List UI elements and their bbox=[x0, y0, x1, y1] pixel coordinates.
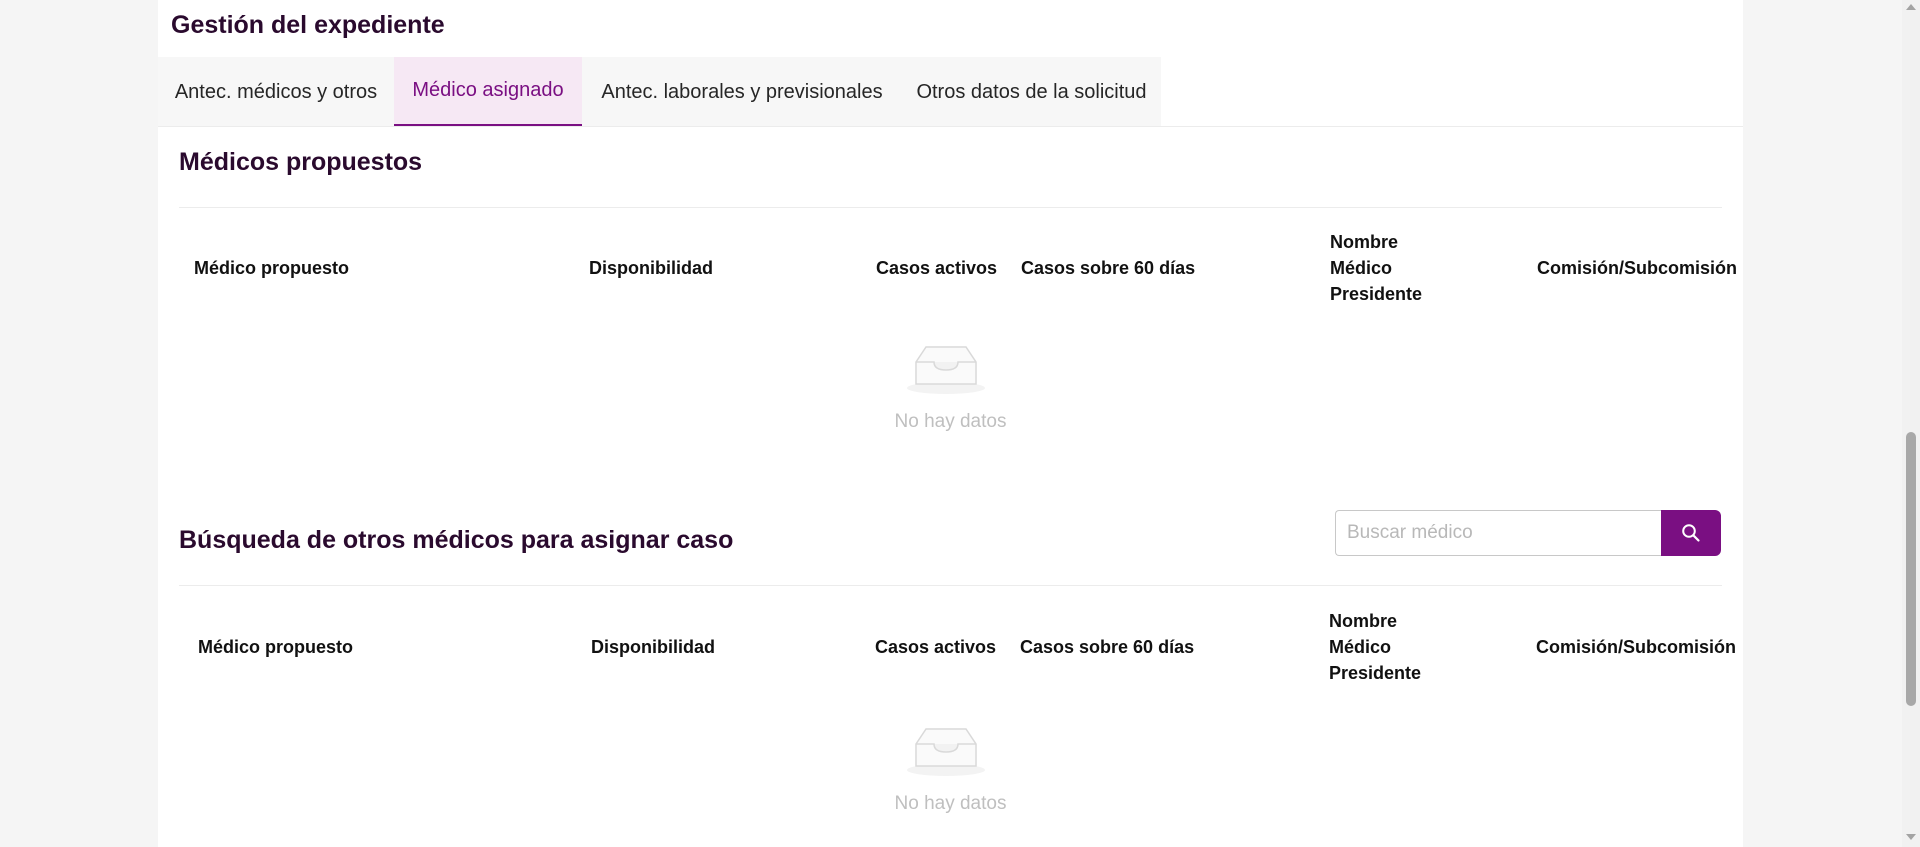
col-nombre-medico-presidente: Nombre Médico Presidente bbox=[1330, 232, 1423, 304]
col-medico-propuesto: Médico propuesto bbox=[194, 258, 350, 278]
search-input[interactable] bbox=[1335, 510, 1661, 556]
proposed-doctors-title: Médicos propuestos bbox=[179, 148, 423, 176]
col-nombre-medico-presidente: Nombre Médico Presidente bbox=[1329, 611, 1422, 683]
tab-antec-laborales[interactable]: Antec. laborales y previsionales bbox=[582, 57, 902, 127]
search-empty-state: No hay datos bbox=[179, 726, 1722, 826]
search-table-header: Médico propuesto Disponibilidad Casos ac… bbox=[179, 611, 1736, 683]
empty-text: No hay datos bbox=[894, 411, 1007, 432]
col-comision: Comisión/Subcomisión bbox=[1537, 258, 1738, 278]
col-disponibilidad: Disponibilidad bbox=[591, 637, 715, 657]
search-icon bbox=[1682, 524, 1700, 542]
vertical-scrollbar[interactable] bbox=[1902, 0, 1920, 847]
inbox-empty-icon bbox=[907, 346, 985, 394]
search-button[interactable] bbox=[1661, 510, 1721, 556]
page-title: Gestión del expediente bbox=[171, 11, 445, 39]
inbox-empty-icon bbox=[907, 728, 985, 776]
col-casos-60-dias: Casos sobre 60 días bbox=[1020, 637, 1195, 657]
scroll-down-arrow-icon[interactable] bbox=[1906, 834, 1916, 840]
tab-bar: Antec. médicos y otros Médico asignado A… bbox=[158, 57, 1161, 127]
empty-text: No hay datos bbox=[894, 793, 1007, 814]
col-medico-propuesto: Médico propuesto bbox=[198, 637, 354, 657]
doctor-search bbox=[1335, 510, 1721, 556]
scrollbar-thumb[interactable] bbox=[1906, 432, 1916, 706]
col-disponibilidad: Disponibilidad bbox=[589, 258, 713, 278]
scroll-up-arrow-icon[interactable] bbox=[1906, 4, 1916, 10]
section-divider bbox=[179, 207, 1722, 208]
tab-medico-asignado[interactable]: Médico asignado bbox=[394, 57, 582, 127]
col-casos-60-dias: Casos sobre 60 días bbox=[1021, 258, 1196, 278]
proposed-empty-state: No hay datos bbox=[179, 344, 1722, 444]
tab-divider bbox=[158, 126, 1743, 127]
col-casos-activos: Casos activos bbox=[875, 637, 997, 657]
proposed-table-header: Médico propuesto Disponibilidad Casos ac… bbox=[179, 232, 1737, 304]
tab-otros-datos[interactable]: Otros datos de la solicitud bbox=[902, 57, 1161, 127]
col-comision: Comisión/Subcomisión bbox=[1536, 637, 1737, 657]
col-casos-activos: Casos activos bbox=[876, 258, 998, 278]
search-doctors-title: Búsqueda de otros médicos para asignar c… bbox=[179, 526, 734, 554]
tab-antec-medicos[interactable]: Antec. médicos y otros bbox=[158, 57, 394, 127]
case-management-panel: Gestión del expediente Antec. médicos y … bbox=[158, 0, 1743, 847]
section-divider bbox=[179, 585, 1722, 586]
